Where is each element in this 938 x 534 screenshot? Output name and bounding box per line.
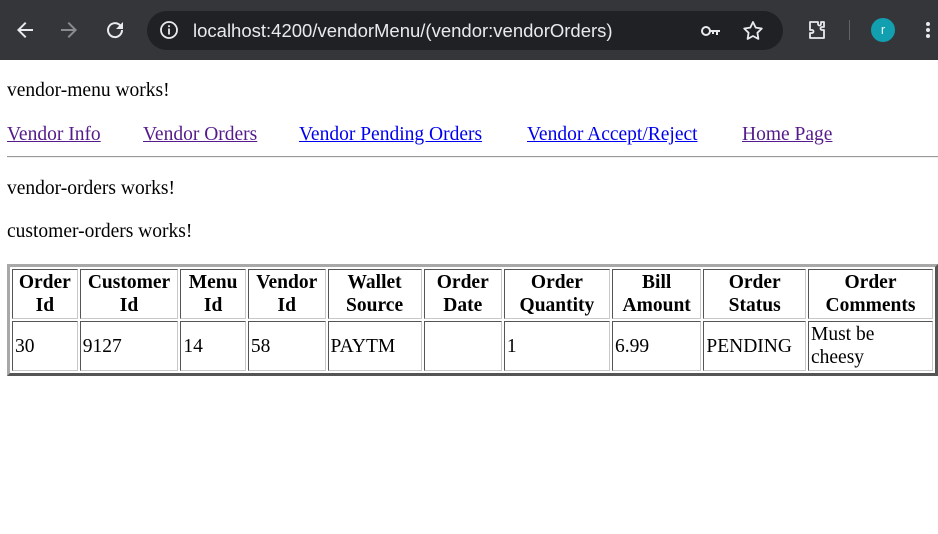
customer-orders-status-text: customer-orders works! (7, 221, 193, 242)
horizontal-rule (7, 156, 938, 158)
cell-wallet-source: PAYTM (327, 321, 422, 371)
cell-customer-id: 9127 (79, 321, 179, 371)
vendor-accept-reject-link[interactable]: Vendor Accept/Reject (527, 123, 698, 147)
header-vendor-id: Vendor Id (247, 269, 326, 319)
vendor-orders-status-text: vendor-orders works! (7, 178, 176, 199)
cell-order-comments: Must be cheesy (807, 321, 933, 371)
header-order-comments: Order Comments (807, 269, 933, 319)
url-text[interactable]: localhost:4200/vendorMenu/(vendor:vendor… (193, 20, 613, 42)
header-wallet-source: Wallet Source (327, 269, 422, 319)
profile-avatar[interactable]: r (871, 18, 895, 42)
vendor-orders-link[interactable]: Vendor Orders (143, 123, 257, 147)
header-order-quantity: Order Quantity (503, 269, 610, 319)
cell-vendor-id: 58 (247, 321, 326, 371)
header-menu-id: Menu Id (180, 269, 246, 319)
table-header-row: Order Id Customer Id Menu Id Vendor Id Walle… (12, 269, 933, 319)
cell-bill-amount: 6.99 (611, 321, 702, 371)
header-bill-amount: Bill Amount (611, 269, 702, 319)
site-info-icon[interactable] (159, 20, 179, 40)
header-order-id: Order Id (12, 269, 78, 319)
toolbar-divider (849, 20, 850, 40)
cell-order-id: 30 (12, 321, 78, 371)
vendor-info-link[interactable]: Vendor Info (7, 123, 101, 147)
cell-order-quantity: 1 (503, 321, 610, 371)
back-arrow-icon[interactable] (13, 18, 37, 42)
extensions-puzzle-icon[interactable] (805, 18, 829, 42)
address-bar[interactable]: localhost:4200/vendorMenu/(vendor:vendor… (147, 11, 783, 50)
vendor-pending-orders-link[interactable]: Vendor Pending Orders (299, 123, 482, 147)
header-customer-id: Customer Id (79, 269, 179, 319)
orders-table: Order Id Customer Id Menu Id Vendor Id Walle… (7, 264, 938, 376)
kebab-menu-icon[interactable] (918, 18, 938, 42)
cell-menu-id: 14 (180, 321, 246, 371)
reload-icon[interactable] (103, 18, 127, 42)
table-row: 30 9127 14 58 PAYTM 1 6.99 PENDING Must … (12, 321, 933, 371)
header-order-status: Order Status (703, 269, 806, 319)
forward-arrow-icon[interactable] (57, 18, 81, 42)
header-order-date: Order Date (423, 269, 502, 319)
browser-toolbar: localhost:4200/vendorMenu/(vendor:vendor… (0, 0, 938, 60)
vendor-menu-status-text: vendor-menu works! (7, 80, 170, 101)
home-page-link[interactable]: Home Page (742, 123, 832, 147)
cell-order-date (423, 321, 502, 371)
cell-order-status: PENDING (703, 321, 806, 371)
bookmark-star-icon[interactable] (741, 19, 765, 43)
password-key-icon[interactable] (699, 19, 723, 43)
